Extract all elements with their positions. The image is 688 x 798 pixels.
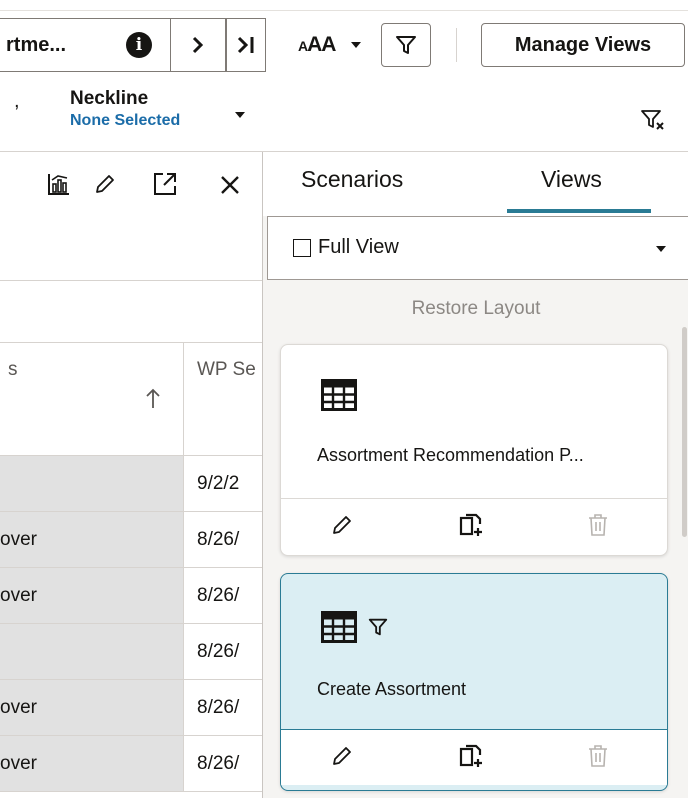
chevron-right-icon <box>192 36 204 54</box>
view-card-title: Create Assortment <box>317 679 467 699</box>
top-toolbar: rtme... i AAA Manage Views <box>0 0 688 82</box>
view-card-title: Assortment Recommendation P... <box>317 445 584 465</box>
active-tab-indicator <box>507 209 651 213</box>
trash-icon <box>589 514 607 536</box>
grid-area: s WP Se 9/2/2 over 8/26/ over 8/26/ 8/26… <box>0 152 262 798</box>
cell-text: 8/26/ <box>197 696 240 718</box>
table-cell: 8/26/ <box>183 512 262 567</box>
expand-icon[interactable] <box>152 171 178 197</box>
view-dropdown-label: Full View <box>318 236 399 258</box>
grid-toolbar <box>0 152 262 216</box>
panel-tabs: Scenarios Views <box>263 152 688 216</box>
neckline-filter[interactable]: Neckline None Selected <box>70 88 260 144</box>
filter-bar: , Neckline None Selected <box>0 82 688 152</box>
next-button[interactable] <box>170 18 226 72</box>
table-icon <box>321 379 357 411</box>
font-size-button[interactable]: AAA <box>298 30 364 60</box>
last-page-icon <box>237 36 254 54</box>
neckline-label: Neckline <box>70 88 149 109</box>
filter-button[interactable] <box>381 23 431 67</box>
column-header-b[interactable]: WP Se <box>183 343 262 455</box>
checkbox-icon[interactable] <box>293 239 311 257</box>
column-header-a[interactable]: s <box>0 343 183 455</box>
clear-filter-button[interactable] <box>640 108 670 134</box>
table-cell: over <box>0 568 183 623</box>
table-row[interactable]: over 8/26/ <box>0 568 262 624</box>
views-panel: Scenarios Views Full View Restore Layout… <box>262 152 688 798</box>
table-row[interactable]: over 8/26/ <box>0 512 262 568</box>
table-cell: 8/26/ <box>183 624 262 679</box>
table-cell: over <box>0 512 183 567</box>
font-size-icon: AAA <box>298 33 336 56</box>
cell-text: over <box>0 752 37 774</box>
view-selector-label: rtme... <box>6 33 67 56</box>
duplicate-icon[interactable] <box>459 513 485 539</box>
cell-text: 8/26/ <box>197 752 240 774</box>
font-size-label: AA <box>307 33 336 56</box>
table-cell: 9/2/2 <box>183 456 262 511</box>
chevron-down-icon <box>235 112 245 118</box>
view-selector[interactable]: rtme... i <box>0 18 170 72</box>
cell-text: over <box>0 528 37 550</box>
cell-text: over <box>0 696 37 718</box>
column-header-a-label: s <box>8 359 18 380</box>
cell-text: 8/26/ <box>197 528 240 550</box>
view-card-selected[interactable]: Create Assortment <box>280 573 668 791</box>
pencil-icon[interactable] <box>93 172 117 196</box>
table-row[interactable]: over 8/26/ <box>0 680 262 736</box>
trash-icon <box>589 745 607 767</box>
manage-views-label: Manage Views <box>514 33 652 56</box>
pencil-icon[interactable] <box>330 744 354 768</box>
table-cell: over <box>0 736 183 791</box>
table-cell <box>0 624 183 679</box>
toolbar-separator <box>456 28 457 62</box>
chevron-down-icon <box>656 246 666 252</box>
scrollbar-thumb[interactable] <box>682 327 687 537</box>
restore-layout-button[interactable]: Restore Layout <box>263 298 688 320</box>
filter-icon <box>396 36 416 54</box>
info-icon[interactable]: i <box>126 32 152 58</box>
duplicate-icon[interactable] <box>459 744 485 770</box>
cell-text: 8/26/ <box>197 640 240 662</box>
table-cell: 8/26/ <box>183 736 262 791</box>
grid-blank-row <box>0 280 262 281</box>
table-row[interactable]: 9/2/2 <box>0 456 262 512</box>
cell-text: 9/2/2 <box>197 472 240 494</box>
grid-header: s WP Se <box>0 342 262 456</box>
last-page-button[interactable] <box>226 18 266 72</box>
manage-views-button[interactable]: Manage Views <box>481 23 685 67</box>
table-row[interactable]: over 8/26/ <box>0 736 262 792</box>
table-row[interactable]: 8/26/ <box>0 624 262 680</box>
table-cell: 8/26/ <box>183 680 262 735</box>
tab-views[interactable]: Views <box>541 166 602 193</box>
pencil-icon[interactable] <box>330 513 354 537</box>
table-cell: over <box>0 680 183 735</box>
view-card-actions <box>281 729 667 785</box>
cell-text: over <box>0 584 37 606</box>
sort-ascending-icon[interactable] <box>146 388 160 410</box>
chevron-down-icon <box>351 42 362 48</box>
table-cell <box>0 456 183 511</box>
close-icon[interactable] <box>219 174 241 196</box>
filter-icon <box>368 618 388 636</box>
neckline-value: None Selected <box>70 112 181 129</box>
view-card-actions <box>281 498 667 554</box>
chart-icon[interactable] <box>46 171 72 197</box>
top-divider <box>0 10 688 11</box>
cell-text: 8/26/ <box>197 584 240 606</box>
table-icon <box>321 611 357 643</box>
previous-filter-dropdown-icon[interactable]: , <box>14 90 20 113</box>
column-header-b-label: WP Se <box>197 359 256 380</box>
clear-filter-icon <box>641 110 664 130</box>
tab-scenarios[interactable]: Scenarios <box>301 166 403 193</box>
view-card[interactable]: Assortment Recommendation P... <box>280 344 668 556</box>
view-dropdown[interactable]: Full View <box>267 216 688 280</box>
table-cell: 8/26/ <box>183 568 262 623</box>
